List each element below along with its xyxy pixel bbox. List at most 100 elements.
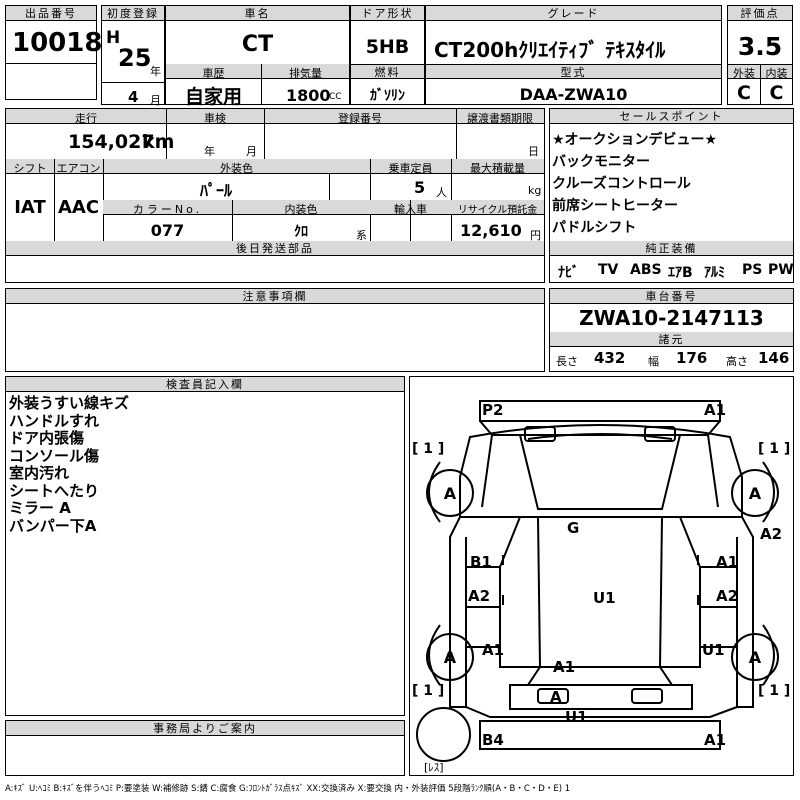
height-label: 高さ	[726, 355, 748, 368]
reg-year: 25	[118, 44, 152, 72]
sales-item: バックモニター	[552, 154, 650, 170]
later-parts-label: 後日発送部品	[6, 241, 544, 256]
model-label: 型式	[426, 64, 721, 79]
inspection-label: 車検	[204, 112, 226, 125]
lot-box: 出品番号 10018	[5, 5, 102, 100]
first-reg-label: 初度登録	[102, 6, 164, 21]
name-box: 車名 CT 車歴 排気量 自家用 1800 CC	[165, 5, 350, 108]
exterior-grade: C	[737, 82, 751, 104]
intcolor-label: 内装色	[284, 203, 318, 216]
inspector-line: ミラー A	[9, 499, 71, 517]
cc-unit: CC	[329, 92, 342, 102]
first-registration-box: 初度登録 H 25 年 4 月	[101, 5, 165, 107]
inspector-box: 検査員記入欄 外装うすい線キズ ハンドルすれ ドア内張傷 コンソール傷 室内汚れ…	[5, 376, 405, 716]
equip-item: PW	[768, 262, 794, 278]
ac-label: エアコン	[56, 162, 101, 175]
sales-list: ★オークションデビュー★ バックモニター クルーズコントロール 前席シートヒータ…	[552, 129, 717, 239]
displacement-label: 排気量	[289, 67, 322, 80]
exterior-label: 外装	[733, 67, 755, 80]
displacement-value: 1800	[286, 86, 331, 105]
damage-code: U1	[565, 708, 588, 726]
door-box: ドア形状 5HB 燃料 ｶﾞｿﾘﾝ	[350, 5, 425, 105]
score-label: 評価点	[728, 6, 792, 21]
sales-item: 前席シートヒーター	[552, 198, 678, 214]
bracket-front-right: [ 1 ]	[758, 441, 791, 457]
colorno-label: カラーNo.	[132, 203, 203, 216]
damage-code: A2	[468, 587, 491, 605]
sales-points-box: セールスポイント ★オークションデビュー★ バックモニター クルーズコントロール…	[549, 108, 794, 283]
equip-item: ｱﾙﾐ	[704, 265, 725, 281]
wheel-front-left-icon: A	[426, 469, 474, 517]
sales-item: クルーズコントロール	[552, 176, 691, 192]
inspector-line: 外装うすい線キズ	[9, 394, 130, 412]
spare-tire-icon	[416, 707, 471, 762]
kg-unit: kg	[528, 184, 542, 197]
inspector-line: コンソール傷	[9, 446, 100, 465]
equip-item: PS	[742, 262, 763, 278]
inspector-line: ドア内張傷	[9, 429, 85, 447]
damage-code: A2	[760, 525, 783, 543]
damage-code: A1	[553, 658, 576, 676]
colorno-value: 077	[150, 221, 185, 240]
damage-code: A	[550, 688, 562, 706]
sales-item: ★オークションデビュー★	[552, 132, 718, 148]
wheel-mark: A	[443, 647, 457, 667]
equip-item: TV	[598, 262, 619, 278]
car-name: CT	[241, 32, 274, 57]
equip-item: ｴｱB	[668, 265, 693, 281]
deadline-label: 譲渡書類期限	[467, 112, 533, 125]
score-box: 評価点 3.5 外装 内装 C C	[727, 5, 793, 105]
door-value: 5HB	[365, 36, 410, 58]
damage-code: G	[567, 519, 580, 537]
length-label: 長さ	[556, 355, 578, 368]
sales-item: パドルシフト	[552, 220, 637, 236]
width-label: 幅	[648, 355, 659, 368]
km-unit: km	[142, 131, 175, 153]
regno-label: 登録番号	[338, 112, 382, 125]
fuel-value: ｶﾞｿﾘﾝ	[370, 88, 405, 104]
ac-value: AAC	[57, 197, 100, 218]
width-value: 176	[676, 349, 708, 367]
grade-value: CT200hｸﾘｴｲﾃｨﾌﾞ ﾃｷｽﾀｲﾙ	[434, 38, 666, 62]
damage-code: P2	[482, 401, 504, 419]
lot-number: 10018	[12, 28, 103, 58]
equip-item: ﾅﾋﾞ	[558, 265, 579, 281]
bracket-rear-left: [ 1 ]	[412, 683, 445, 699]
inspection-month-unit: 月	[246, 145, 257, 158]
maxload-label: 最大積載量	[470, 162, 525, 175]
notes-box: 注意事項欄	[5, 288, 545, 372]
deadline-day-unit: 日	[528, 145, 539, 158]
intcolor-value: ｸﾛ	[294, 224, 308, 240]
recycle-value: 12,610	[460, 221, 522, 240]
damage-code: B1	[470, 553, 492, 571]
damage-code: U1	[593, 589, 616, 607]
office-box: 事務局よりご案内	[5, 720, 405, 776]
spec-label: 諸元	[550, 332, 793, 347]
chassis-box: 車台番号 ZWA10-2147113 諸元 長さ 432 幅 176 高さ 14…	[549, 288, 794, 372]
shift-label: シフト	[13, 162, 47, 175]
sales-label: セールスポイント	[550, 109, 793, 124]
model-value: DAA-ZWA10	[519, 85, 628, 104]
damage-code: B4	[482, 731, 504, 749]
detail-box: 走行 車検 登録番号 譲渡書類期限 154,027 km 年 月 日 シフト エ…	[5, 108, 545, 283]
damage-code: A1	[704, 401, 727, 419]
history-label: 車歴	[202, 67, 225, 80]
damage-code: U1	[702, 641, 725, 659]
height-value: 146	[758, 349, 790, 367]
equipment-label: 純正装備	[550, 241, 793, 256]
damage-diagram: A A A A [ﾚｽ] [ 1 ] [ 1 ] [ 1 ] [ 1 ] P2 …	[409, 376, 794, 776]
wheel-rear-right-icon: A	[731, 633, 779, 681]
bracket-rear-right: [ 1 ]	[758, 683, 791, 699]
inspector-line: ハンドルすれ	[9, 411, 100, 430]
wheel-rear-left-icon: A	[426, 633, 474, 681]
import-label: 輸入車	[394, 203, 427, 216]
damage-code: A2	[716, 587, 739, 605]
lot-label: 出品番号	[6, 6, 96, 21]
person-unit: 人	[436, 186, 447, 199]
recycle-label: リサイクル預託金	[457, 205, 538, 216]
damage-code: A1	[716, 553, 739, 571]
shift-value: IAT	[14, 197, 46, 218]
year-unit: 年	[150, 65, 161, 78]
month-unit: 月	[150, 94, 161, 107]
legend: A:ｷｽﾞ U:ﾍｺﾐ B:ｷｽﾞを伴うﾍｺﾐ P:要塗装 W:補修跡 S:錆 …	[5, 784, 571, 794]
